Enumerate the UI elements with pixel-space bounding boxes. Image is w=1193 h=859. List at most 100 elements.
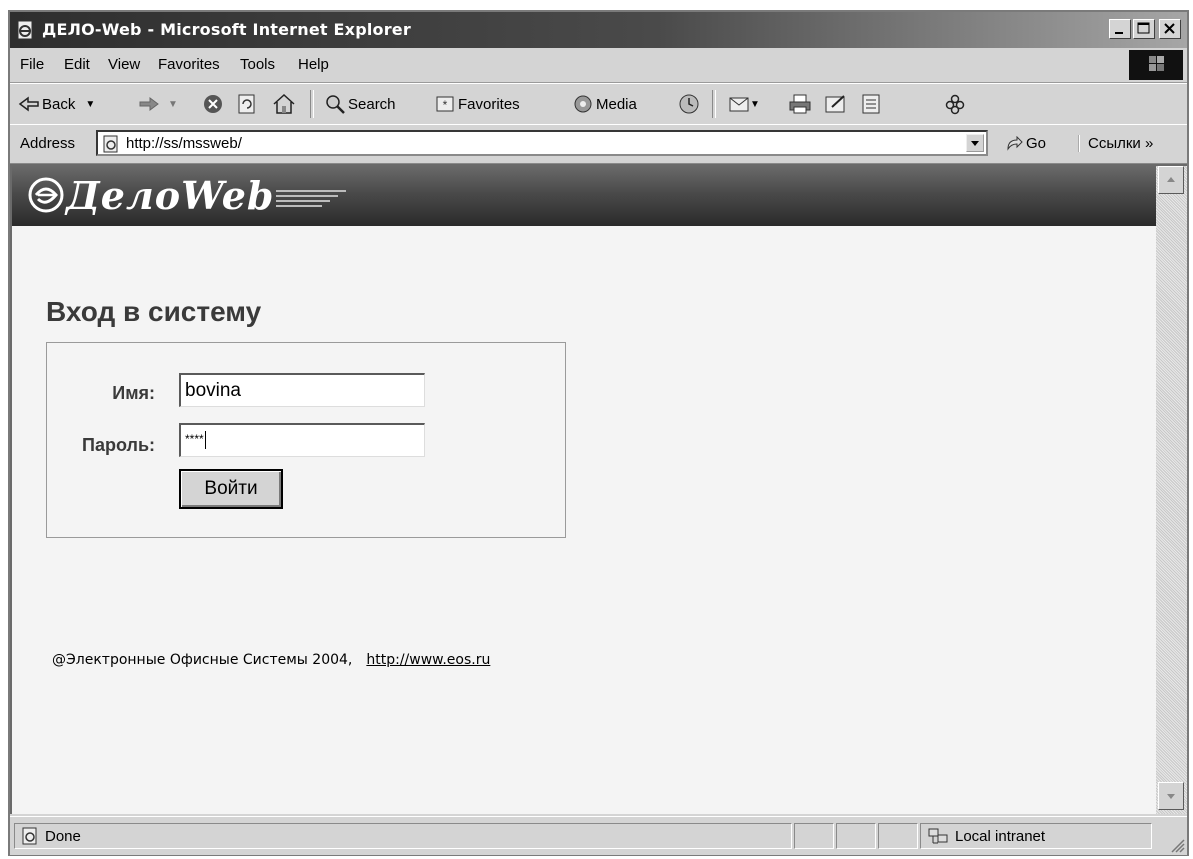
home-icon	[273, 93, 295, 114]
close-icon	[1164, 23, 1175, 34]
password-field[interactable]: ****	[179, 423, 425, 457]
chevron-right-icon: »	[1144, 135, 1154, 152]
go-label: Go	[1026, 135, 1047, 152]
chevron-down-icon	[971, 141, 979, 146]
logo-stripes	[276, 178, 347, 212]
intranet-icon	[928, 828, 948, 844]
favorites-icon: *	[436, 96, 454, 112]
favorites-label: Favorites	[458, 95, 520, 113]
forward-button[interactable]: ▼	[138, 93, 178, 115]
minimize-button[interactable]	[1109, 19, 1131, 39]
home-button[interactable]	[272, 93, 296, 115]
browser-window: ДЕЛО-Web - Microsoft Internet Explorer F…	[8, 10, 1189, 856]
address-bar: Address http://ss/mssweb/ Go Ссылки »	[10, 124, 1187, 164]
page-footer: @Электронные Офисные Системы 2004, http:/…	[52, 652, 490, 668]
maximize-icon	[1137, 22, 1150, 34]
page-content: ДелоWeb Вход в систему Имя: Пароль: ****…	[10, 164, 1156, 814]
address-input[interactable]: http://ss/mssweb/	[96, 130, 988, 156]
login-button[interactable]: Войти	[179, 469, 283, 509]
stop-button[interactable]	[202, 93, 224, 115]
menu-edit[interactable]: Edit	[64, 56, 90, 73]
links-button[interactable]: Ссылки »	[1078, 135, 1153, 152]
address-dropdown-button[interactable]	[966, 134, 984, 152]
history-icon	[679, 94, 699, 114]
forward-arrow-icon	[139, 97, 159, 111]
copyright-text: @Электронные Офисные Системы 2004,	[52, 652, 353, 668]
menu-bar: File Edit View Favorites Tools Help	[10, 48, 1187, 83]
menu-view[interactable]: View	[108, 56, 140, 73]
status-bar: Done Local intranet	[10, 816, 1187, 855]
media-label: Media	[596, 95, 637, 113]
scroll-down-button[interactable]	[1158, 782, 1184, 810]
ie-page-icon	[22, 827, 37, 845]
menu-help[interactable]: Help	[298, 56, 329, 73]
address-url: http://ss/mssweb/	[126, 135, 242, 152]
mail-button[interactable]: ▼	[728, 93, 760, 115]
password-mask: ****	[185, 432, 204, 447]
page-title: Вход в систему	[46, 296, 262, 327]
toolbar-separator	[310, 90, 314, 118]
go-button[interactable]: Go	[1005, 135, 1046, 152]
eos-logo-icon	[28, 177, 64, 213]
status-cell	[836, 823, 876, 849]
status-cell	[878, 823, 918, 849]
edit-button[interactable]	[824, 93, 848, 115]
menu-file[interactable]: File	[20, 56, 44, 73]
mail-dropdown-icon[interactable]: ▼	[750, 99, 760, 110]
svg-text:*: *	[443, 98, 448, 112]
logo-text: ДелоWeb	[66, 172, 275, 218]
close-button[interactable]	[1159, 19, 1181, 39]
back-label: Back	[42, 95, 76, 113]
back-arrow-icon	[18, 96, 39, 112]
print-button[interactable]	[788, 93, 812, 115]
delo-web-logo: ДелоWeb	[26, 172, 347, 218]
discuss-button[interactable]	[860, 93, 882, 115]
forward-dropdown-icon[interactable]: ▼	[168, 99, 178, 110]
search-label: Search	[348, 95, 396, 113]
search-icon	[326, 95, 345, 114]
discuss-icon	[862, 94, 880, 114]
eos-link[interactable]: http://www.eos.ru	[366, 652, 490, 668]
refresh-icon	[238, 94, 255, 114]
favorites-button[interactable]: * Favorites	[434, 93, 520, 115]
toolbar-separator	[712, 90, 716, 118]
menu-tools[interactable]: Tools	[240, 56, 275, 73]
status-main: Done	[14, 823, 792, 849]
windows-logo-icon	[1129, 50, 1183, 80]
messenger-button[interactable]	[944, 93, 966, 115]
scroll-up-button[interactable]	[1158, 166, 1184, 194]
edit-icon	[825, 95, 845, 113]
back-button[interactable]: Back ▼	[18, 93, 95, 115]
refresh-button[interactable]	[236, 93, 258, 115]
back-dropdown-icon[interactable]: ▼	[85, 99, 95, 110]
username-field[interactable]	[179, 373, 425, 407]
ie-page-icon	[17, 20, 33, 40]
site-banner: ДелоWeb	[12, 166, 1156, 226]
messenger-icon	[945, 94, 965, 115]
ie-page-icon	[103, 135, 118, 153]
address-label: Address	[20, 135, 76, 152]
media-button[interactable]: Media	[572, 93, 637, 115]
search-button[interactable]: Search	[324, 93, 396, 115]
security-zone[interactable]: Local intranet	[920, 823, 1152, 849]
media-icon	[574, 95, 592, 113]
go-arrow-icon	[1007, 135, 1023, 151]
print-icon	[789, 94, 811, 114]
resize-grip-icon[interactable]	[1169, 837, 1185, 853]
mail-icon	[729, 97, 749, 112]
window-title: ДЕЛО-Web - Microsoft Internet Explorer	[42, 20, 411, 39]
minimize-icon	[1115, 32, 1123, 34]
login-form: Имя: Пароль: **** Войти	[46, 342, 566, 538]
title-bar[interactable]: ДЕЛО-Web - Microsoft Internet Explorer	[10, 12, 1187, 48]
status-text: Done	[45, 827, 81, 845]
menu-favorites[interactable]: Favorites	[158, 56, 220, 73]
maximize-button[interactable]	[1133, 19, 1155, 39]
history-button[interactable]	[678, 93, 700, 115]
zone-label: Local intranet	[955, 827, 1046, 845]
vertical-scrollbar[interactable]	[1156, 164, 1187, 814]
stop-icon	[204, 95, 222, 113]
scroll-up-icon	[1167, 177, 1175, 182]
links-label: Ссылки	[1088, 135, 1141, 152]
status-cell	[794, 823, 834, 849]
password-label: Пароль:	[82, 435, 155, 455]
